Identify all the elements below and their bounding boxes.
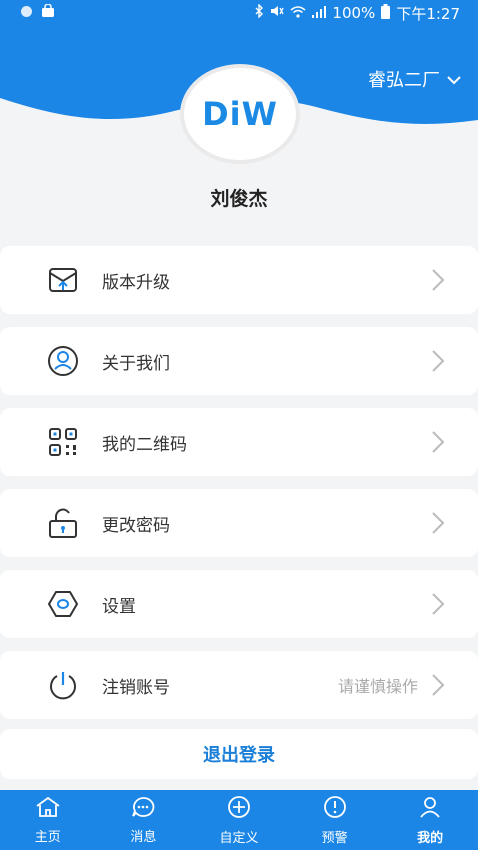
battery-icon: [381, 3, 391, 23]
qrcode-icon: [46, 425, 80, 459]
tab-label: 自定义: [219, 830, 259, 846]
menu-item-settings[interactable]: 设置: [0, 570, 478, 638]
wifi-icon: [290, 4, 306, 22]
home-icon: [35, 796, 61, 822]
tab-label: 消息: [130, 829, 157, 845]
menu-label: 更改密码: [102, 515, 170, 536]
settings-icon: [46, 587, 80, 621]
tab-label: 我的: [417, 830, 444, 846]
menu-label: 注销账号: [102, 677, 170, 698]
bottom-tab-bar: 主页 消息 自定义 预警 我的: [0, 790, 478, 850]
menu-item-qrcode[interactable]: 我的二维码: [0, 408, 478, 476]
signal-icon: [312, 4, 327, 22]
tab-custom[interactable]: 自定义: [191, 790, 287, 850]
menu-item-change-password[interactable]: 更改密码: [0, 489, 478, 557]
diw-logo: DiW: [202, 95, 278, 133]
power-icon: [46, 668, 80, 702]
chevron-right-icon: [430, 673, 446, 697]
bluetooth-icon: [254, 3, 264, 22]
message-icon: [131, 796, 155, 822]
logout-button[interactable]: 退出登录: [0, 729, 478, 779]
menu-label: 设置: [102, 596, 136, 617]
lock-icon: [46, 506, 80, 540]
bag-icon: [41, 3, 55, 22]
menu-item-about[interactable]: 关于我们: [0, 327, 478, 395]
tab-home[interactable]: 主页: [0, 790, 96, 850]
caution-hint: 请谨慎操作: [337, 677, 418, 696]
chevron-right-icon: [430, 430, 446, 454]
menu-label: 关于我们: [102, 353, 170, 374]
chevron-right-icon: [430, 349, 446, 373]
chevron-right-icon: [430, 592, 446, 616]
tab-alerts[interactable]: 预警: [287, 790, 383, 850]
menu-item-upgrade[interactable]: 版本升级: [0, 246, 478, 314]
settings-menu: 版本升级 关于我们 我的二维码 更改密码 设置 注销账号 请谨慎操作: [0, 246, 478, 732]
plus-circle-icon: [227, 795, 251, 823]
username: 刘俊杰: [210, 188, 268, 210]
menu-label: 我的二维码: [102, 434, 187, 455]
chevron-right-icon: [430, 511, 446, 535]
circle-icon: [20, 4, 33, 22]
chevron-right-icon: [430, 268, 446, 292]
chevron-down-icon: [446, 69, 462, 90]
user-icon: [46, 344, 80, 378]
tab-label: 主页: [34, 829, 61, 845]
menu-item-delete-account[interactable]: 注销账号 请谨慎操作: [0, 651, 478, 719]
alert-icon: [323, 795, 347, 823]
factory-selector[interactable]: 睿弘二厂: [368, 66, 462, 92]
tab-messages[interactable]: 消息: [96, 790, 192, 850]
profile-icon: [418, 795, 442, 823]
tab-label: 预警: [321, 830, 348, 846]
avatar[interactable]: DiW: [180, 64, 300, 164]
menu-label: 版本升级: [102, 272, 170, 293]
factory-label: 睿弘二厂: [368, 70, 440, 91]
upgrade-icon: [46, 263, 80, 297]
battery-percent: 100%: [332, 4, 376, 22]
mute-icon: [270, 4, 285, 22]
status-bar: 100% 下午1:27: [0, 0, 478, 26]
tab-profile[interactable]: 我的: [382, 790, 478, 850]
clock: 下午1:27: [396, 4, 460, 23]
